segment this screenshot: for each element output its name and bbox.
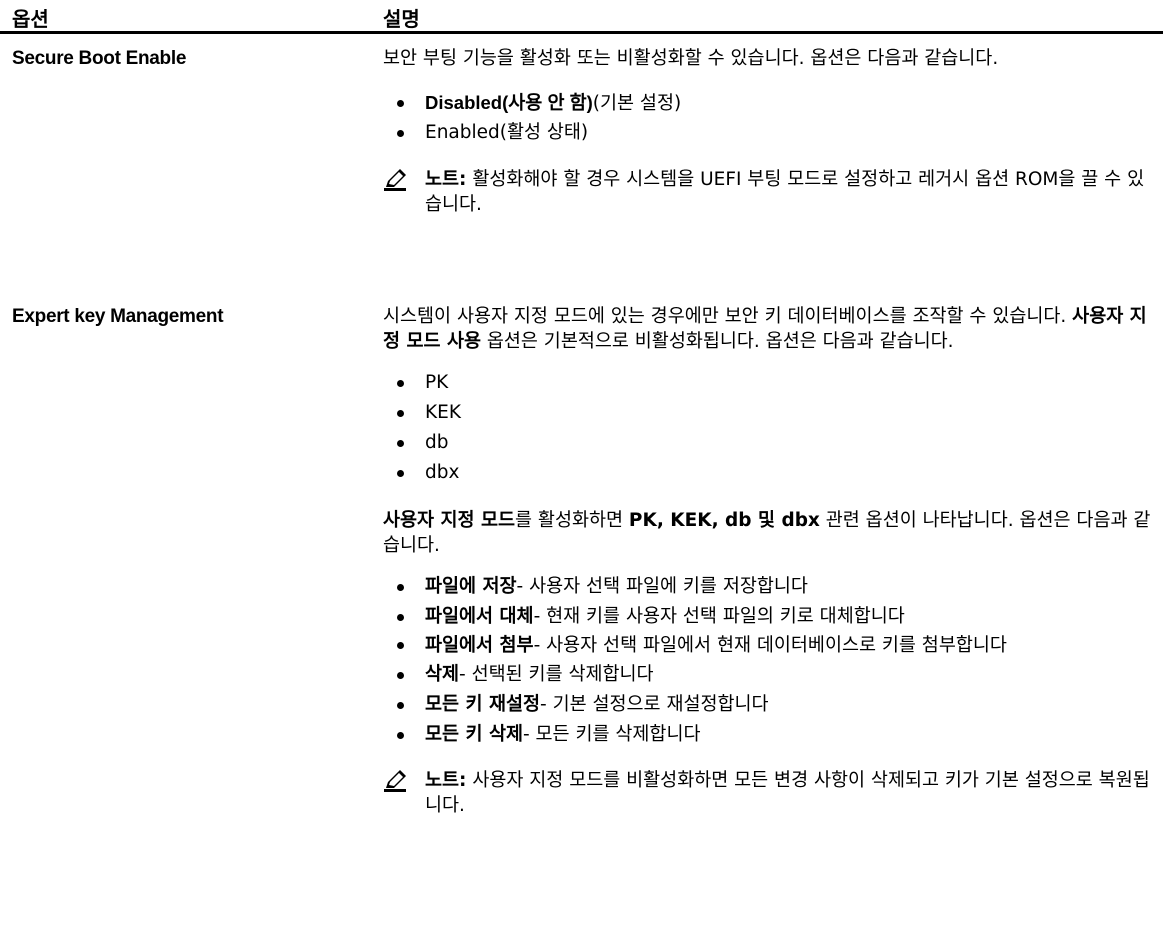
- choice-list: Disabled(사용 안 함)(기본 설정) Enabled(활성 상태): [383, 88, 1153, 148]
- list-item: dbx: [383, 458, 1153, 488]
- description-expert-key: 시스템이 사용자 지정 모드에 있는 경우에만 보안 키 데이터베이스를 조작할…: [383, 304, 1153, 818]
- list-item: 삭제- 선택된 키를 삭제합니다: [383, 660, 1153, 690]
- header-option: 옵션: [12, 7, 49, 31]
- note-label: 노트:: [425, 770, 467, 791]
- note-block: 노트: 활성화해야 할 경우 시스템을 UEFI 부팅 모드로 설정하고 레거시…: [383, 167, 1153, 217]
- list-item: PK: [383, 368, 1153, 398]
- option-expert-key-management: Expert key Management: [12, 306, 224, 327]
- table-header: 옵션 설명: [0, 0, 1163, 34]
- list-item: KEK: [383, 398, 1153, 428]
- list-item: 모든 키 삭제- 모든 키를 삭제합니다: [383, 720, 1153, 750]
- note-block: 노트: 사용자 지정 모드를 비활성화하면 모든 변경 사항이 삭제되고 키가 …: [383, 768, 1153, 818]
- key-list: PK KEK db dbx: [383, 368, 1153, 488]
- list-item: 모든 키 재설정- 기본 설정으로 재설정합니다: [383, 690, 1153, 720]
- list-item: db: [383, 428, 1153, 458]
- intro2-text: 사용자 지정 모드를 활성화하면 PK, KEK, db 및 dbx 관련 옵션…: [383, 510, 1151, 556]
- list-item: 파일에서 대체- 현재 키를 사용자 선택 파일의 키로 대체합니다: [383, 602, 1153, 632]
- pencil-note-icon: [384, 770, 406, 792]
- list-item: 파일에서 첨부- 사용자 선택 파일에서 현재 데이터베이스로 키를 첨부합니다: [383, 632, 1153, 660]
- note-label: 노트:: [425, 169, 467, 190]
- option-secure-boot-enable: Secure Boot Enable: [12, 48, 187, 69]
- intro-text: 시스템이 사용자 지정 모드에 있는 경우에만 보안 키 데이터베이스를 조작할…: [383, 306, 1147, 352]
- list-item: Enabled(활성 상태): [383, 118, 1153, 148]
- description-secure-boot: 보안 부팅 기능을 활성화 또는 비활성화할 수 있습니다. 옵션은 다음과 같…: [383, 46, 1153, 217]
- header-description: 설명: [383, 7, 420, 31]
- list-item: Disabled(사용 안 함)(기본 설정): [383, 88, 1153, 118]
- intro-text: 보안 부팅 기능을 활성화 또는 비활성화할 수 있습니다. 옵션은 다음과 같…: [383, 48, 999, 69]
- note-text: 활성화해야 할 경우 시스템을 UEFI 부팅 모드로 설정하고 레거시 옵션 …: [425, 169, 1145, 215]
- list-item: 파일에 저장- 사용자 선택 파일에 키를 저장합니다: [383, 572, 1153, 602]
- pencil-note-icon: [384, 169, 406, 191]
- action-list: 파일에 저장- 사용자 선택 파일에 키를 저장합니다 파일에서 대체- 현재 …: [383, 572, 1153, 750]
- note-text: 사용자 지정 모드를 비활성화하면 모든 변경 사항이 삭제되고 키가 기본 설…: [425, 770, 1150, 816]
